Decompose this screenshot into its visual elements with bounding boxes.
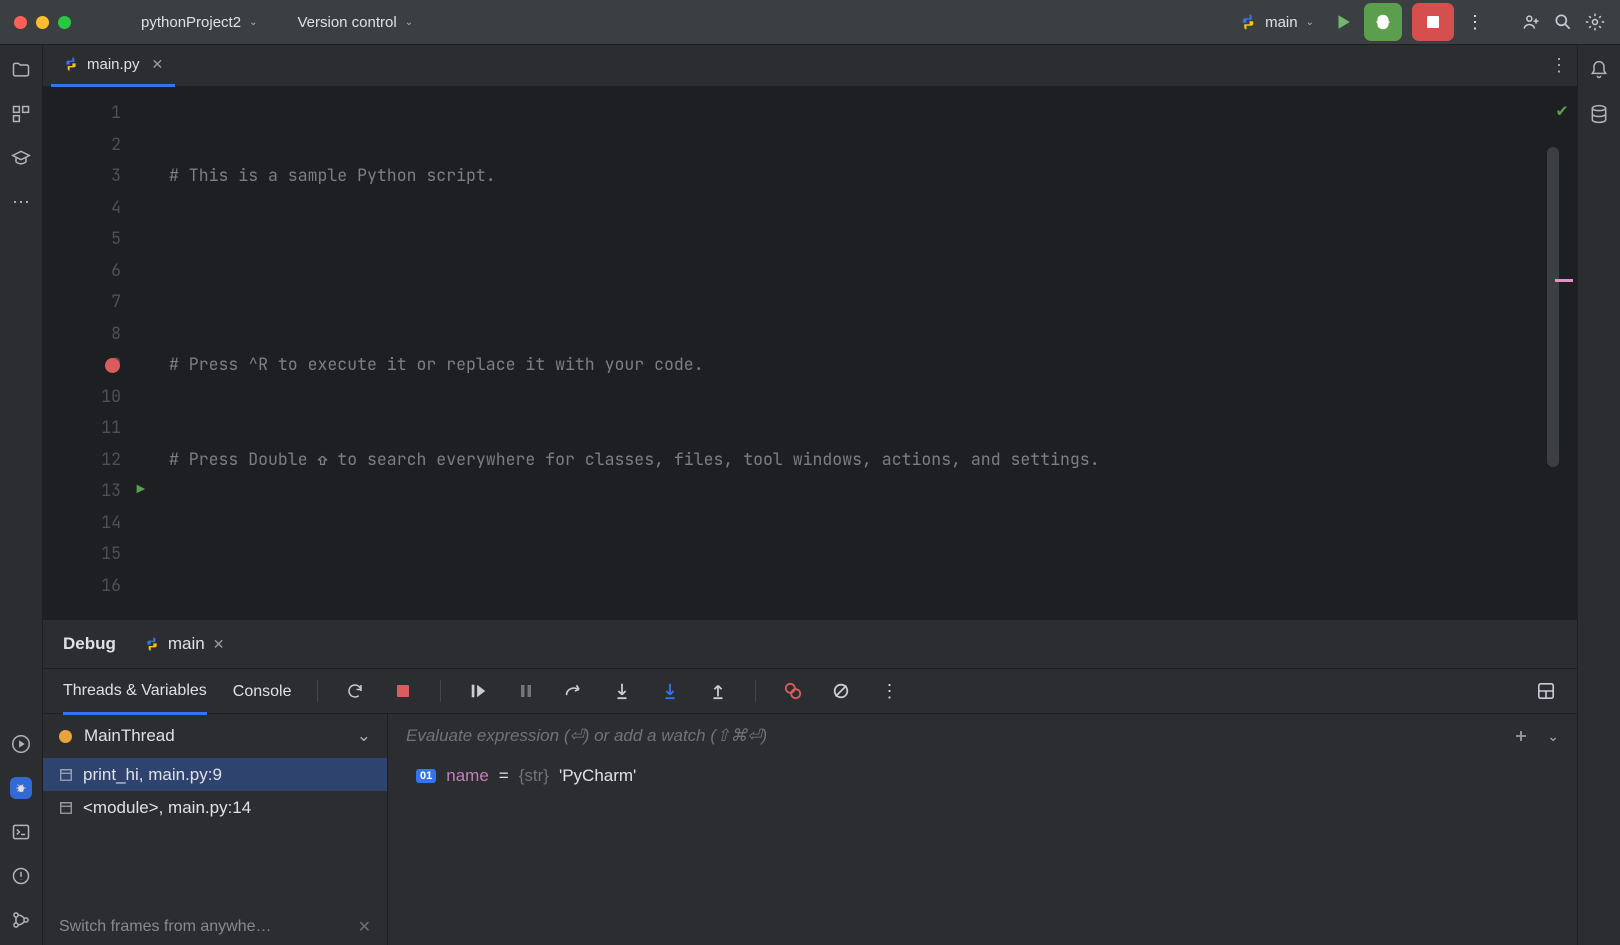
debug-title: Debug bbox=[63, 634, 116, 654]
frames-pane: MainThread ⌄ print_hi, main.py:9 <module… bbox=[43, 714, 388, 945]
close-tab-icon[interactable]: ✕ bbox=[152, 56, 164, 73]
maximize-window[interactable] bbox=[58, 16, 71, 29]
vcs-tool-icon[interactable] bbox=[10, 909, 32, 931]
tab-more-icon[interactable]: ⋮ bbox=[1550, 55, 1569, 76]
debug-more-icon[interactable]: ⋮ bbox=[878, 680, 900, 702]
frame-icon bbox=[59, 768, 73, 782]
left-tool-rail: ⋯ bbox=[0, 45, 43, 945]
frame-icon bbox=[59, 801, 73, 815]
version-control-label: Version control bbox=[297, 14, 396, 31]
error-stripe-mark[interactable] bbox=[1555, 279, 1573, 282]
thread-status-icon bbox=[59, 730, 72, 743]
resume-icon[interactable] bbox=[467, 680, 489, 702]
step-out-icon[interactable] bbox=[707, 680, 729, 702]
database-icon[interactable] bbox=[1588, 103, 1610, 125]
layout-settings-icon[interactable] bbox=[1535, 680, 1557, 702]
notifications-icon[interactable] bbox=[1588, 59, 1610, 81]
window-controls bbox=[14, 16, 71, 29]
close-hint-icon[interactable]: ✕ bbox=[358, 917, 371, 937]
run-configuration-selector[interactable]: main ⌄ bbox=[1239, 13, 1314, 31]
inspection-ok-icon[interactable]: ✔ bbox=[1557, 95, 1568, 127]
expand-icon[interactable]: ⌄ bbox=[1547, 728, 1559, 745]
chevron-down-icon: ⌄ bbox=[1306, 17, 1314, 28]
debug-tool-icon[interactable] bbox=[10, 777, 32, 799]
mute-breakpoints-icon[interactable] bbox=[830, 680, 852, 702]
view-breakpoints-icon[interactable] bbox=[782, 680, 804, 702]
stop-button[interactable] bbox=[1412, 3, 1454, 41]
chevron-down-icon: ⌄ bbox=[357, 726, 371, 746]
breakpoint-marker[interactable]: 9 bbox=[43, 349, 163, 381]
step-into-icon[interactable] bbox=[611, 680, 633, 702]
run-gutter-icon[interactable]: 13 bbox=[43, 475, 163, 507]
project-tool-icon[interactable] bbox=[10, 59, 32, 81]
console-tab[interactable]: Console bbox=[233, 683, 292, 713]
evaluate-expression-input[interactable] bbox=[406, 726, 1513, 746]
pause-icon[interactable] bbox=[515, 680, 537, 702]
rerun-icon[interactable] bbox=[344, 680, 366, 702]
frame-item[interactable]: print_hi, main.py:9 bbox=[43, 758, 387, 791]
code-area[interactable]: # This is a sample Python script. # Pres… bbox=[163, 87, 1577, 619]
file-tab-mainpy[interactable]: main.py ✕ bbox=[51, 45, 175, 87]
scrollbar-thumb[interactable] bbox=[1547, 147, 1559, 467]
variables-pane: ⌄ 01 name = {str} 'PyCharm' bbox=[388, 714, 1577, 945]
project-name: pythonProject2 bbox=[141, 14, 241, 31]
editor-tabs: main.py ✕ ⋮ bbox=[43, 45, 1577, 87]
debug-button[interactable] bbox=[1364, 3, 1402, 41]
settings-gear-icon[interactable] bbox=[1584, 11, 1606, 33]
more-actions[interactable]: ⋮ bbox=[1464, 11, 1486, 33]
run-config-name: main bbox=[1265, 14, 1298, 31]
thread-name: MainThread bbox=[84, 726, 175, 746]
problems-tool-icon[interactable] bbox=[10, 865, 32, 887]
threads-variables-tab[interactable]: Threads & Variables bbox=[63, 682, 207, 715]
add-watch-icon[interactable] bbox=[1513, 728, 1529, 745]
step-into-my-code-icon[interactable] bbox=[659, 680, 681, 702]
frame-item[interactable]: <module>, main.py:14 bbox=[43, 791, 387, 824]
chevron-down-icon: ⌄ bbox=[249, 17, 257, 28]
python-icon bbox=[63, 56, 79, 72]
terminal-tool-icon[interactable] bbox=[10, 821, 32, 843]
variable-value: 'PyCharm' bbox=[559, 766, 636, 786]
variable-badge-icon: 01 bbox=[416, 769, 436, 783]
python-icon bbox=[1239, 13, 1257, 31]
version-control-menu[interactable]: Version control ⌄ bbox=[297, 14, 413, 31]
step-over-icon[interactable] bbox=[563, 680, 585, 702]
code-with-me-icon[interactable] bbox=[1520, 11, 1542, 33]
variable-row[interactable]: 01 name = {str} 'PyCharm' bbox=[388, 758, 1577, 794]
debug-session-tab[interactable]: main ✕ bbox=[144, 634, 225, 654]
file-tab-label: main.py bbox=[87, 56, 140, 73]
frames-hint: Switch frames from anywhe… bbox=[59, 918, 272, 936]
debug-panel: Debug main ✕ Threads & Variables Console bbox=[43, 619, 1577, 945]
learn-tool-icon[interactable] bbox=[10, 147, 32, 169]
thread-selector[interactable]: MainThread ⌄ bbox=[43, 714, 387, 758]
code-editor[interactable]: 1 2 3 4 5 6 7 8 9 10 11 12 13 14 15 16 #… bbox=[43, 87, 1577, 619]
variable-type: {str} bbox=[519, 766, 549, 786]
right-tool-rail bbox=[1577, 45, 1620, 945]
chevron-down-icon: ⌄ bbox=[405, 17, 413, 28]
project-selector[interactable]: pythonProject2 ⌄ bbox=[141, 14, 257, 31]
variable-name: name bbox=[446, 766, 489, 786]
close-session-icon[interactable]: ✕ bbox=[213, 636, 225, 653]
titlebar: pythonProject2 ⌄ Version control ⌄ main … bbox=[0, 0, 1620, 45]
stop-icon[interactable] bbox=[392, 680, 414, 702]
run-button[interactable] bbox=[1332, 11, 1354, 33]
gutter: 1 2 3 4 5 6 7 8 9 10 11 12 13 14 15 16 bbox=[43, 87, 163, 619]
structure-tool-icon[interactable] bbox=[10, 103, 32, 125]
more-tools-icon[interactable]: ⋯ bbox=[10, 191, 32, 213]
close-window[interactable] bbox=[14, 16, 27, 29]
run-tool-icon[interactable] bbox=[10, 733, 32, 755]
minimize-window[interactable] bbox=[36, 16, 49, 29]
search-icon[interactable] bbox=[1552, 11, 1574, 33]
